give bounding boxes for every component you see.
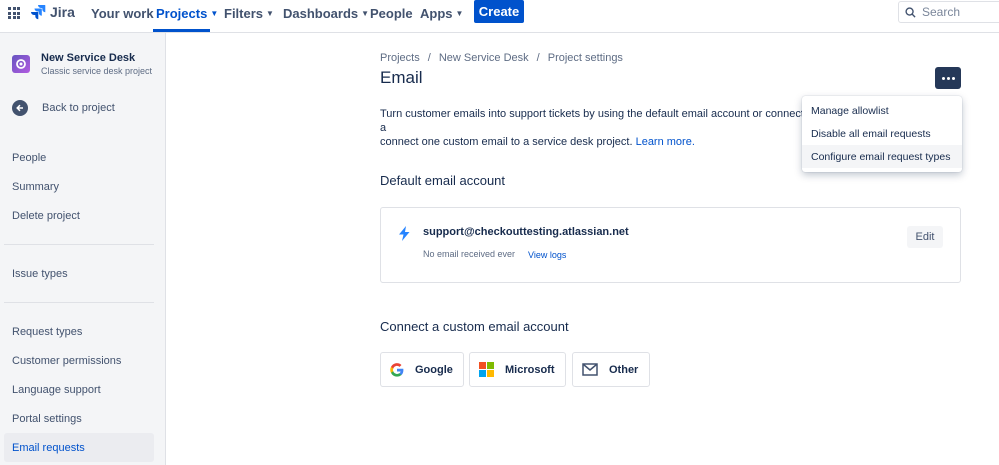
- jira-icon: [31, 5, 46, 20]
- sidebar-item-issue-types[interactable]: Issue types: [12, 268, 68, 280]
- provider-label: Microsoft: [505, 363, 555, 376]
- back-to-project-link[interactable]: Back to project: [12, 100, 115, 116]
- project-type: Classic service desk project: [41, 66, 153, 76]
- nav-apps[interactable]: Apps ▼: [420, 4, 463, 22]
- sidebar-divider: [4, 244, 154, 245]
- nav-dashboards[interactable]: Dashboards ▼: [283, 4, 369, 22]
- breadcrumb: Projects / New Service Desk / Project se…: [380, 52, 623, 64]
- email-status: No email received ever: [423, 249, 516, 259]
- breadcrumb-separator: /: [427, 52, 431, 64]
- top-navigation: Jira Your work Projects ▼ Filters ▼ Dash…: [0, 0, 999, 33]
- nav-people[interactable]: People: [370, 4, 413, 22]
- more-dot: [946, 76, 950, 80]
- google-icon: [390, 362, 404, 377]
- breadcrumb-project[interactable]: New Service Desk: [439, 52, 529, 64]
- active-nav-indicator: [153, 29, 210, 32]
- nav-label: Projects: [156, 5, 208, 21]
- learn-more-link[interactable]: Learn more.: [636, 136, 695, 148]
- more-actions-dropdown: Manage allowlist Disable all email reque…: [802, 96, 962, 172]
- nav-label: People: [370, 5, 413, 21]
- chevron-down-icon: ▼: [210, 8, 219, 18]
- microsoft-icon: [479, 362, 494, 377]
- provider-label: Google: [415, 363, 453, 376]
- nav-label: Your work: [91, 5, 154, 21]
- sidebar-item-portal-settings[interactable]: Portal settings: [12, 413, 82, 425]
- menu-item-manage-allowlist[interactable]: Manage allowlist: [802, 99, 962, 122]
- default-account-heading: Default email account: [380, 173, 506, 188]
- logo-text: Jira: [50, 4, 75, 20]
- default-email-address: support@checkouttesting.atlassian.net: [423, 226, 629, 238]
- back-arrow-icon: [12, 100, 28, 116]
- breadcrumb-project-settings[interactable]: Project settings: [548, 52, 623, 64]
- view-logs-link[interactable]: View logs: [528, 250, 566, 260]
- more-actions-button[interactable]: [935, 67, 961, 89]
- sidebar-item-customer-permissions[interactable]: Customer permissions: [12, 355, 121, 367]
- chevron-down-icon: ▼: [361, 8, 370, 18]
- search-input[interactable]: [922, 5, 992, 19]
- project-icon: [16, 59, 26, 69]
- page-description: Turn customer emails into support ticket…: [380, 107, 810, 149]
- provider-label: Other: [609, 363, 639, 376]
- project-name: New Service Desk: [41, 52, 136, 64]
- chevron-down-icon: ▼: [455, 8, 464, 18]
- search-icon: [905, 6, 916, 18]
- custom-account-heading: Connect a custom email account: [380, 319, 569, 334]
- menu-item-disable-email-requests[interactable]: Disable all email requests: [802, 122, 962, 145]
- search-box[interactable]: [898, 1, 999, 23]
- connect-microsoft-button[interactable]: Microsoft: [469, 352, 566, 387]
- sidebar-item-summary[interactable]: Summary: [12, 181, 59, 193]
- project-avatar: [12, 55, 30, 73]
- menu-item-configure-request-types[interactable]: Configure email request types: [802, 145, 962, 168]
- edit-button[interactable]: Edit: [907, 226, 943, 248]
- back-label: Back to project: [42, 102, 115, 114]
- nav-your-work[interactable]: Your work: [91, 4, 154, 22]
- more-dot: [951, 76, 955, 80]
- breadcrumb-projects[interactable]: Projects: [380, 52, 420, 64]
- nav-label: Filters: [224, 5, 264, 21]
- project-sidebar: New Service Desk Classic service desk pr…: [0, 33, 166, 465]
- connect-other-button[interactable]: Other: [572, 352, 650, 387]
- create-button[interactable]: Create: [474, 0, 524, 23]
- default-email-card: support@checkouttesting.atlassian.net No…: [380, 207, 961, 283]
- nav-projects[interactable]: Projects ▼: [156, 4, 218, 22]
- chevron-down-icon: ▼: [266, 8, 274, 18]
- app-switcher-icon[interactable]: [8, 7, 20, 19]
- sidebar-item-language-support[interactable]: Language support: [12, 384, 101, 396]
- nav-label: Apps: [420, 5, 453, 21]
- sidebar-item-people[interactable]: People: [12, 152, 46, 164]
- sidebar-item-delete-project[interactable]: Delete project: [12, 210, 80, 222]
- nav-label: Dashboards: [283, 5, 359, 21]
- sidebar-divider: [4, 302, 154, 303]
- lightning-bolt-icon: [399, 226, 410, 241]
- description-line-2: connect one custom email to a service de…: [380, 136, 633, 148]
- sidebar-item-email-requests[interactable]: Email requests: [12, 442, 85, 454]
- more-dot: [941, 76, 945, 80]
- connect-google-button[interactable]: Google: [380, 352, 464, 387]
- jira-logo[interactable]: Jira: [30, 4, 75, 20]
- envelope-icon: [582, 363, 598, 376]
- description-line-1: Turn customer emails into support ticket…: [380, 108, 804, 134]
- sidebar-item-request-types[interactable]: Request types: [12, 326, 82, 338]
- page-title: Email: [380, 68, 423, 87]
- nav-filters[interactable]: Filters ▼: [224, 4, 274, 22]
- breadcrumb-separator: /: [536, 52, 540, 64]
